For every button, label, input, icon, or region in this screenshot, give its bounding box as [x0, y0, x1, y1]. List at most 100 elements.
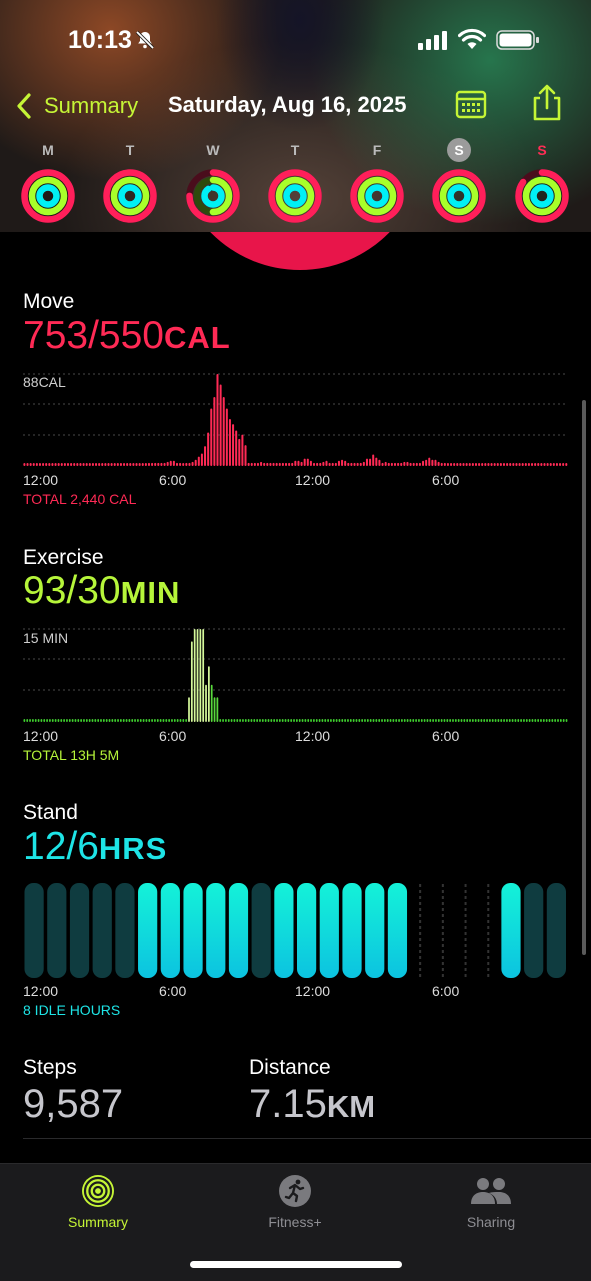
exercise-bar: [210, 684, 213, 722]
activity-rings-icon: [82, 1175, 114, 1207]
day-letter: W: [206, 142, 220, 158]
tab-summary[interactable]: Summary: [23, 1174, 173, 1230]
exercise-bar: [173, 719, 176, 722]
scrollbar[interactable]: [582, 400, 586, 955]
move-bar: [552, 463, 555, 466]
exercise-bar: [486, 719, 488, 722]
calendar-icon[interactable]: [455, 88, 487, 120]
move-bar: [126, 463, 129, 466]
exercise-bar: [154, 719, 156, 722]
move-bar: [38, 463, 41, 466]
day-3[interactable]: T: [266, 138, 324, 224]
activity-rings-icon: [21, 169, 75, 223]
exercise-bar: [477, 719, 480, 722]
exercise-bar: [534, 719, 537, 722]
move-bar: [281, 462, 284, 466]
stand-idle-bar: [92, 883, 112, 978]
exercise-bar: [514, 719, 517, 722]
exercise-bar: [68, 719, 71, 722]
stand-empty-hour: [441, 908, 444, 911]
activity-rings-icon: [432, 169, 486, 223]
exercise-bar: [304, 719, 307, 722]
exercise-bar: [273, 719, 276, 722]
x-tick-label: 12:00: [295, 472, 331, 488]
move-bar: [154, 462, 157, 466]
exercise-bar: [162, 719, 165, 722]
move-bar: [60, 463, 63, 466]
exercise-bar: [446, 719, 449, 722]
stand-empty-hour: [464, 932, 467, 935]
tab-fitness-plus[interactable]: Fitness+: [220, 1174, 370, 1230]
exercise-bar: [523, 719, 525, 722]
stand-empty-hour: [419, 956, 422, 959]
move-bar: [101, 463, 104, 466]
exercise-bar: [398, 719, 400, 722]
exercise-bar: [111, 719, 114, 722]
exercise-bar: [520, 719, 522, 722]
exercise-bar: [60, 719, 63, 722]
move-bar: [104, 463, 107, 466]
move-bar: [188, 462, 191, 466]
activity-rings-icon: [103, 169, 157, 223]
exercise-bar: [454, 719, 457, 722]
day-0[interactable]: M: [19, 138, 77, 224]
exercise-bar: [344, 719, 346, 722]
exercise-bar: [43, 719, 46, 722]
people-icon: [471, 1178, 511, 1204]
move-chart: 88CAL: [23, 373, 568, 466]
move-bar: [244, 445, 247, 466]
move-bar: [344, 460, 347, 466]
x-tick-label: 6:00: [159, 983, 187, 999]
day-5[interactable]: S: [430, 138, 488, 224]
move-bar: [394, 462, 397, 466]
day-2[interactable]: W: [184, 138, 242, 224]
day-4[interactable]: F: [348, 138, 406, 224]
stand-empty-hour: [419, 944, 422, 947]
exercise-bar: [37, 719, 40, 722]
day-6[interactable]: S: [513, 138, 571, 224]
move-bar: [219, 384, 222, 466]
exercise-bar: [324, 719, 327, 722]
stand-empty-hour: [464, 920, 467, 923]
move-bar: [163, 462, 166, 466]
day-1[interactable]: T: [101, 138, 159, 224]
stand-empty-hour: [441, 896, 444, 899]
exercise-bar: [26, 719, 29, 722]
move-bar: [306, 458, 309, 466]
move-bar: [63, 463, 66, 466]
exercise-bar: [156, 719, 159, 722]
share-icon[interactable]: [530, 84, 564, 122]
move-bar: [474, 463, 477, 466]
stand-idle-bar: [546, 883, 566, 978]
stand-empty-hour: [464, 908, 467, 911]
move-bar: [372, 454, 375, 466]
activity-ring-large: [175, 232, 425, 270]
exercise-bar: [239, 719, 241, 722]
move-bar: [157, 462, 160, 466]
exercise-bar: [494, 719, 497, 722]
move-bar: [54, 463, 57, 466]
move-bar: [512, 463, 515, 466]
cellular-signal-icon: [418, 31, 447, 50]
move-value-unit: CAL: [163, 320, 231, 355]
back-to-summary-button[interactable]: Summary: [14, 88, 138, 124]
move-bar: [232, 424, 235, 466]
exercise-bar: [23, 719, 26, 722]
exercise-bar: [137, 719, 139, 722]
exercise-bar: [420, 719, 423, 722]
home-indicator[interactable]: [190, 1261, 402, 1268]
exercise-bar: [261, 719, 264, 722]
exercise-value: 93/30MIN: [23, 569, 180, 613]
exercise-bar: [281, 719, 284, 722]
move-bar: [29, 463, 32, 466]
stand-empty-hour: [464, 926, 467, 929]
exercise-bar: [369, 719, 372, 722]
x-tick-label: 12:00: [23, 983, 59, 999]
move-bar: [166, 461, 169, 466]
steps-value: 9,587: [23, 1082, 124, 1126]
tab-sharing[interactable]: Sharing: [416, 1174, 566, 1230]
stand-x-axis: 12:00 6:00 12:00 6:00: [23, 983, 568, 1001]
stand-empty-hour: [487, 920, 490, 923]
exercise-bar: [474, 719, 477, 722]
day-letter: F: [372, 142, 382, 158]
